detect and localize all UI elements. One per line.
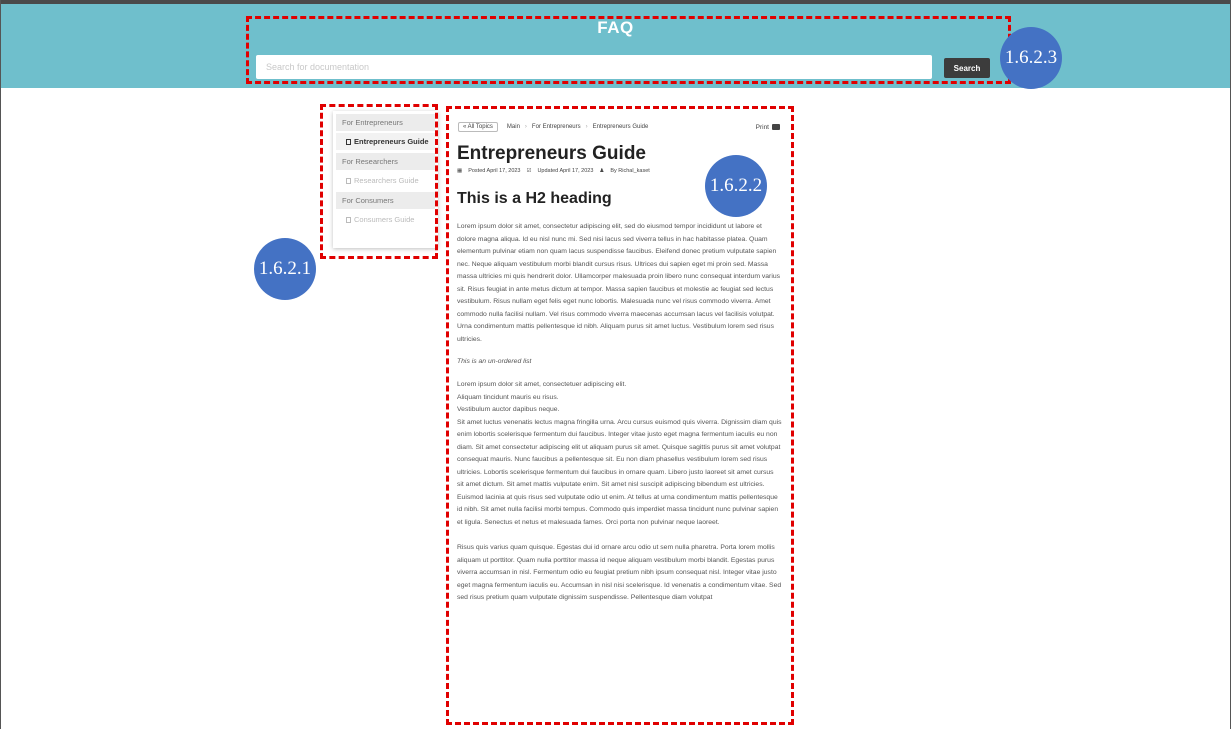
annotation-box-sidebar — [320, 104, 438, 259]
annotation-box-search — [246, 16, 1011, 84]
annotation-badge-search: 1.6.2.3 — [1000, 27, 1062, 89]
annotation-badge-sidebar: 1.6.2.1 — [254, 238, 316, 300]
annotation-badge-article: 1.6.2.2 — [705, 155, 767, 217]
window-left-border — [0, 0, 1, 729]
